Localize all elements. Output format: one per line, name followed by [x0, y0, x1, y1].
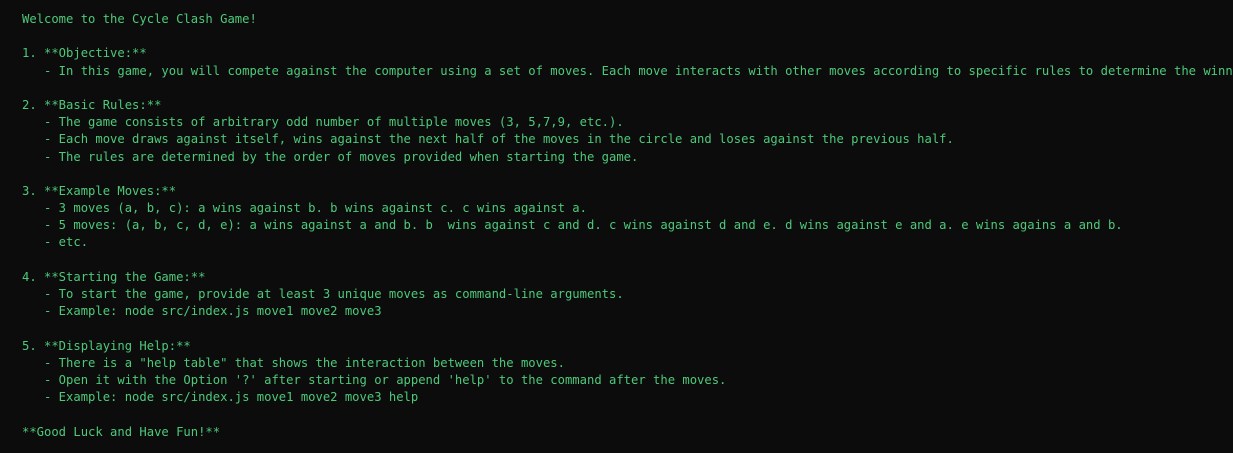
section-basic-rules: 2. **Basic Rules:** - The game consists … [22, 97, 1233, 166]
section-title: 3. **Example Moves:** [22, 183, 177, 198]
section-title: 5. **Displaying Help:** [22, 338, 191, 353]
welcome-line: Welcome to the Cycle Clash Game! [22, 12, 257, 26]
section-item: - To start the game, provide at least 3 … [22, 287, 624, 301]
section-example-moves: 3. **Example Moves:** - 3 moves (a, b, c… [22, 183, 1233, 252]
section-item: - There is a "help table" that shows the… [22, 355, 565, 370]
section-displaying-help: 5. **Displaying Help:** - There is a "he… [22, 338, 1233, 407]
section-item: - 3 moves (a, b, c): a wins against b. b… [22, 201, 587, 216]
section-item: - Example: node src/index.js move1 move2… [22, 390, 419, 405]
terminal-output: Welcome to the Cycle Clash Game! 1. **Ob… [0, 0, 1233, 453]
section-title: 4. **Starting the Game:** [22, 269, 206, 284]
closing-line: **Good Luck and Have Fun!** [22, 424, 221, 439]
section-item: - etc. [22, 235, 89, 250]
section-item: - 5 moves: (a, b, c, d, e): a wins again… [22, 218, 1123, 233]
section-title: 1. **Objective:** [22, 46, 147, 61]
section-item: - Example: node src/index.js move1 move2… [22, 304, 382, 319]
section-title: 2. **Basic Rules:** [22, 97, 162, 112]
section-starting-game: 4. **Starting the Game:** - To start the… [22, 269, 1233, 321]
section-objective: 1. **Objective:** - In this game, you wi… [22, 45, 1233, 79]
section-item: - In this game, you will compete against… [22, 63, 1233, 78]
section-item: - Each move draws against itself, wins a… [22, 132, 954, 147]
section-item: - The game consists of arbitrary odd num… [22, 115, 624, 130]
section-item: - Open it with the Option '?' after star… [22, 372, 727, 387]
section-item: - The rules are determined by the order … [22, 149, 639, 164]
